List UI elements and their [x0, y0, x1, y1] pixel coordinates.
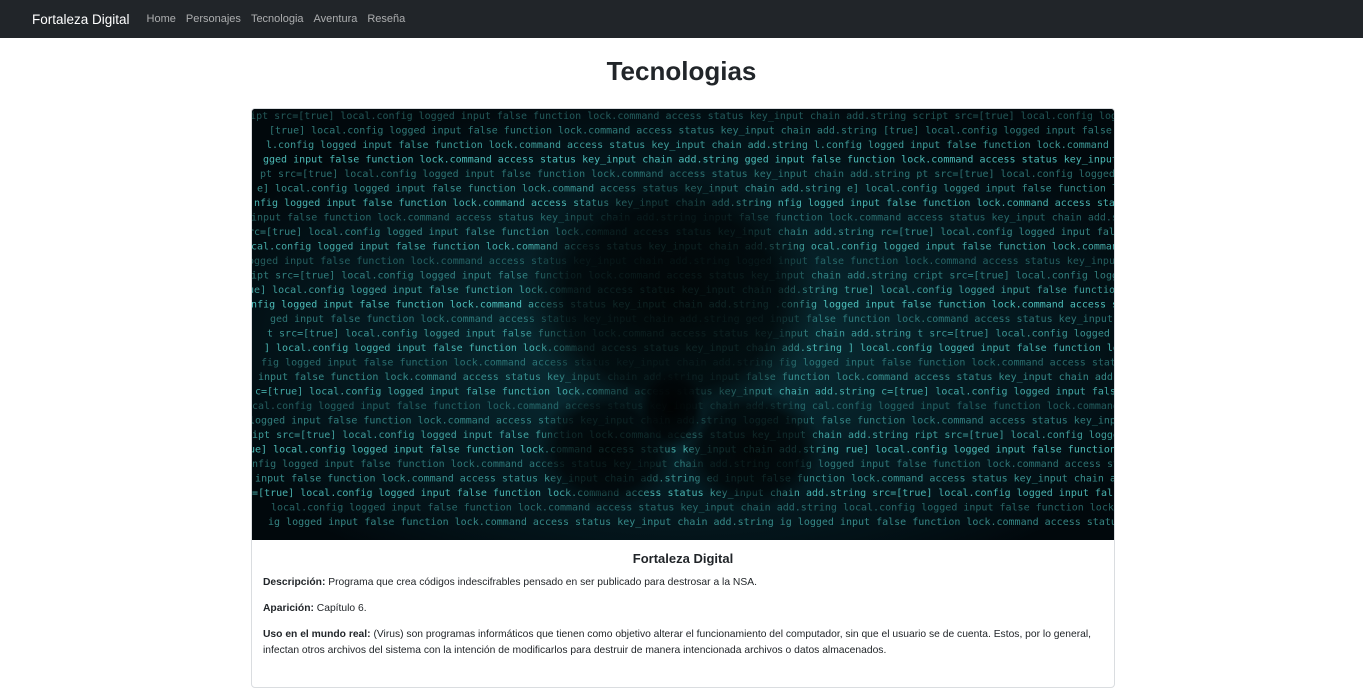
page-title: Tecnologias — [606, 56, 757, 86]
decorative-code-line: config logged input false function lock.… — [252, 459, 1114, 470]
top-navbar: Fortaleza Digital Home Personajes Tecnol… — [0, 0, 1363, 38]
decorative-code-line: ed input false function lock.command acc… — [252, 474, 1114, 485]
nav-link-personajes[interactable]: Personajes — [186, 13, 241, 25]
technology-card: script src=[true] local.config logged in… — [251, 108, 1115, 688]
descripcion-text: Descripción: Programa que crea códigos i… — [263, 575, 1103, 591]
uso-value: (Virus) son programas informáticos que t… — [263, 629, 1091, 656]
decorative-code-line: [true] local.config logged input false f… — [269, 126, 1114, 137]
card-title: Fortaleza Digital — [632, 551, 734, 566]
nav-link-home[interactable]: Home — [147, 13, 176, 25]
descripcion-label: Descripción: — [263, 577, 329, 588]
decorative-code-line: gged input false function lock.command a… — [263, 155, 1114, 166]
navbar-brand[interactable]: Fortaleza Digital — [32, 12, 130, 27]
decorative-code-line: l.config logged input false function loc… — [266, 140, 1114, 151]
decorative-code-line: script src=[true] local.config logged in… — [252, 111, 1114, 122]
uso-text: Uso en el mundo real: (Virus) son progra… — [263, 627, 1103, 659]
card-body: Fortaleza Digital Descripción: Programa … — [252, 540, 1114, 669]
descripcion-value: Programa que crea códigos indescifrables… — [328, 577, 757, 588]
aparicion-label: Aparición: — [263, 603, 317, 614]
aparicion-text: Aparición: Capítulo 6. — [263, 601, 1103, 617]
aparicion-value: Capítulo 6. — [316, 603, 367, 614]
uso-label: Uso en el mundo real: — [263, 629, 374, 640]
nav-link-tecnologia[interactable]: Tecnologia — [251, 13, 304, 25]
decorative-code-line: src=[true] local.config logged input fal… — [252, 488, 1114, 499]
nav-link-aventura[interactable]: Aventura — [314, 13, 358, 25]
decorative-code-line: ig logged input false function lock.comm… — [268, 517, 1114, 528]
nav-link-resena[interactable]: Reseña — [367, 13, 405, 25]
decorative-code-line: local.config logged input false function… — [271, 503, 1114, 514]
hacker-skull-code-image: script src=[true] local.config logged in… — [252, 109, 1114, 540]
